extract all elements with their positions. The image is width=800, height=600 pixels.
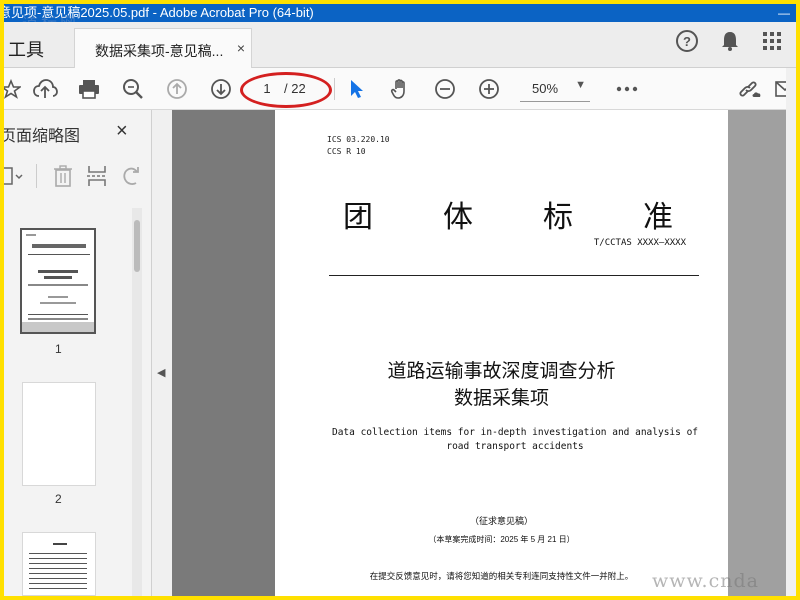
toolbar-divider bbox=[334, 78, 335, 100]
minimize-icon[interactable]: — bbox=[778, 4, 790, 22]
upload-cloud-icon[interactable] bbox=[32, 76, 58, 102]
close-icon[interactable]: × bbox=[116, 120, 128, 143]
acrobat-window: 意见项-意见稿2025.05.pdf - Adobe Acrobat Pro (… bbox=[4, 4, 796, 596]
window-controls: — bbox=[778, 4, 790, 22]
page-options-icon[interactable] bbox=[4, 166, 24, 186]
thumbnails-panel: 页面缩略图 × 1 2 bbox=[4, 110, 152, 596]
thumbnail-toolbar bbox=[4, 158, 152, 194]
header-icons: ? bbox=[676, 30, 796, 52]
title-line-2: 数据采集项 bbox=[453, 387, 549, 409]
tools-tab[interactable]: 工具 bbox=[8, 36, 44, 62]
title-bar: 意见项-意见稿2025.05.pdf - Adobe Acrobat Pro (… bbox=[4, 4, 796, 22]
thumbnail-page-2[interactable] bbox=[22, 382, 96, 486]
classification-codes: ICS 03.220.10 CCS R 10 bbox=[327, 134, 390, 158]
trash-icon[interactable] bbox=[52, 164, 74, 188]
rotate-icon[interactable] bbox=[120, 166, 142, 188]
apps-grid-icon[interactable] bbox=[762, 31, 782, 51]
thumbnails-panel-title: 页面缩略图 bbox=[4, 128, 81, 145]
standard-number: T/CCTAS XXXX—XXXX bbox=[593, 238, 686, 248]
heading-char: 团 bbox=[343, 200, 373, 235]
document-tab[interactable]: 数据采集项-意见稿... × bbox=[74, 28, 252, 68]
print-icon[interactable] bbox=[76, 76, 102, 102]
scrollbar-thumb[interactable] bbox=[134, 220, 140, 272]
document-tab-label: 数据采集项-意见稿... bbox=[95, 43, 224, 59]
thumbnail-page-3[interactable] bbox=[22, 532, 96, 596]
english-title: Data collection items for in-depth inves… bbox=[331, 427, 699, 452]
document-title: 道路运输事故深度调查分析 数据采集项 bbox=[275, 358, 728, 412]
standard-heading: 团 体 标 准 bbox=[343, 192, 673, 236]
share-link-icon[interactable] bbox=[738, 76, 764, 102]
heading-char: 体 bbox=[443, 200, 473, 235]
tab-bar: 工具 数据采集项-意见稿... × ? bbox=[4, 22, 796, 68]
panel-collapse-strip: ◀ bbox=[152, 110, 172, 596]
watermark-bottom: www.cnda bbox=[652, 570, 759, 592]
zoom-out-icon[interactable] bbox=[432, 76, 458, 102]
thumbnails-scrollbar[interactable] bbox=[132, 208, 142, 596]
main-toolbar: 1 / 22 50% ▼ bbox=[4, 68, 796, 110]
insert-page-icon[interactable] bbox=[86, 164, 108, 188]
draft-date: （本草案完成时间：2025 年 5 月 21 日） bbox=[428, 535, 575, 544]
zoom-value: 50% bbox=[532, 81, 559, 96]
help-icon[interactable]: ? bbox=[676, 30, 698, 52]
panel-divider bbox=[36, 164, 37, 188]
highlight-ellipse bbox=[240, 72, 332, 108]
document-tab-close-icon[interactable]: × bbox=[237, 40, 245, 56]
thumbnail-page-1[interactable] bbox=[20, 228, 96, 334]
heading-char: 准 bbox=[643, 200, 673, 235]
document-scrollbar[interactable] bbox=[786, 68, 796, 596]
title-line-1: 道路运输事故深度调查分析 bbox=[387, 360, 616, 382]
zoom-search-icon[interactable] bbox=[120, 76, 146, 102]
heading-char: 标 bbox=[543, 200, 573, 235]
draft-label: （征求意见稿） bbox=[469, 516, 533, 526]
bell-icon[interactable] bbox=[720, 30, 740, 52]
star-icon[interactable] bbox=[4, 76, 24, 102]
thumbnail-label: 2 bbox=[55, 492, 62, 506]
document-viewer: ICS 03.220.10 CCS R 10 团 体 标 准 T/CCTAS X… bbox=[172, 110, 796, 596]
header-rule bbox=[329, 275, 699, 276]
next-page-icon[interactable] bbox=[208, 76, 234, 102]
thumbnail-label: 1 bbox=[55, 342, 62, 356]
zoom-in-icon[interactable] bbox=[476, 76, 502, 102]
pdf-page: ICS 03.220.10 CCS R 10 团 体 标 准 T/CCTAS X… bbox=[275, 110, 728, 596]
more-options-icon[interactable] bbox=[614, 76, 640, 102]
previous-page-icon[interactable] bbox=[164, 76, 190, 102]
ccs-code: CCS R 10 bbox=[327, 147, 366, 156]
select-cursor-icon[interactable] bbox=[344, 76, 370, 102]
ics-code: ICS 03.220.10 bbox=[327, 135, 390, 144]
collapse-panel-icon[interactable]: ◀ bbox=[157, 366, 165, 379]
chevron-down-icon: ▼ bbox=[575, 79, 586, 91]
zoom-select[interactable]: 50% ▼ bbox=[520, 76, 590, 102]
hand-tool-icon[interactable] bbox=[388, 76, 414, 102]
